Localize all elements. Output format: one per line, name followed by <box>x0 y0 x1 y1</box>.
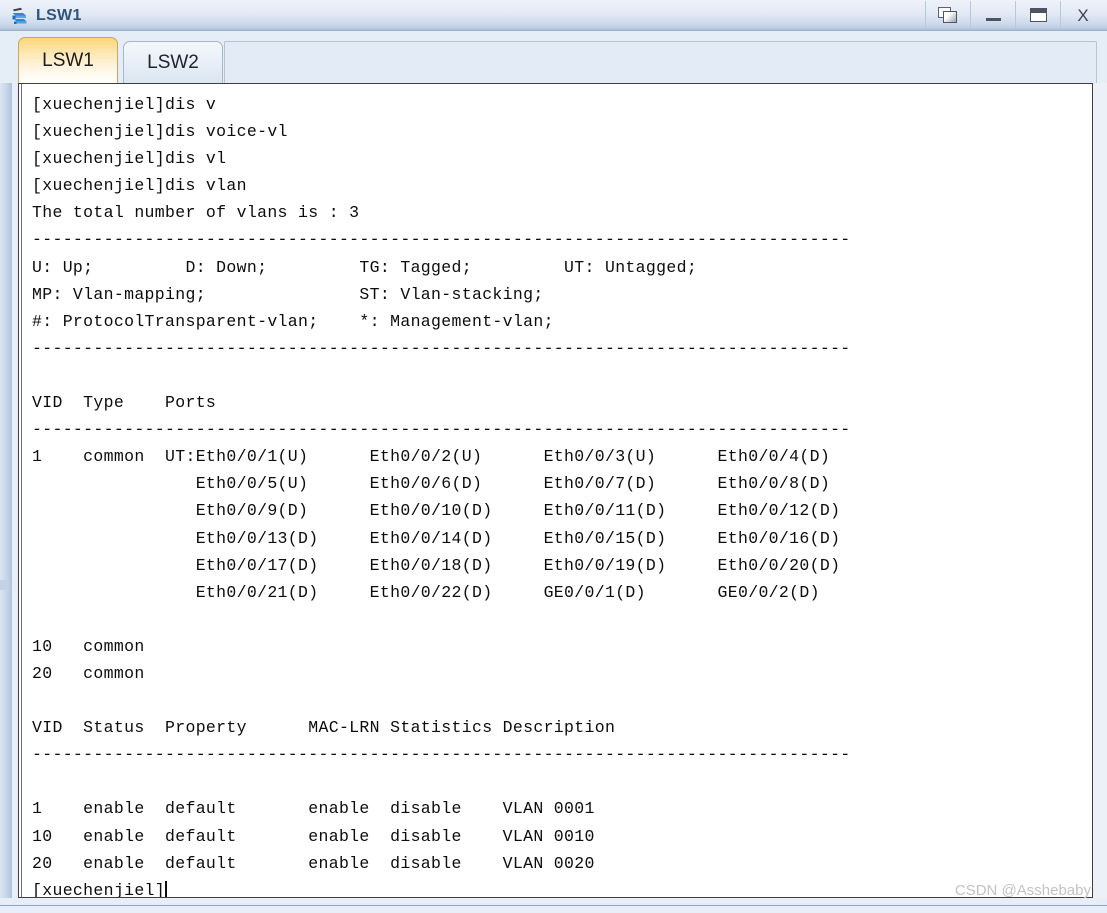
terminal-prompt-line[interactable]: [xuechenjiel] <box>32 877 1090 898</box>
terminal-line: #: ProtocolTransparent-vlan; *: Manageme… <box>32 311 554 331</box>
terminal-line: 1 enable default enable disable VLAN 000… <box>32 799 595 819</box>
window-right-gutter <box>1093 83 1107 898</box>
tabstrip-filler <box>224 41 1097 83</box>
window-left-rail <box>0 83 12 898</box>
tab-lsw2[interactable]: LSW2 <box>123 41 223 83</box>
restore-icon <box>938 6 958 24</box>
terminal-prompt-text: [xuechenjiel] <box>32 880 166 898</box>
terminal-line: Eth0/0/5(U) Eth0/0/6(D) Eth0/0/7(D) Eth0… <box>32 474 831 494</box>
terminal-line: Eth0/0/21(D) Eth0/0/22(D) GE0/0/1(D) GE0… <box>32 582 820 602</box>
terminal-line: [xuechenjiel]dis vlan <box>32 176 247 196</box>
terminal-line: ----------------------------------------… <box>32 745 851 765</box>
terminal-line: [xuechenjiel]dis vl <box>32 149 227 169</box>
terminal-line: 10 common <box>32 636 145 656</box>
terminal-line: [xuechenjiel]dis v <box>32 95 217 114</box>
terminal-line: Eth0/0/9(D) Eth0/0/10(D) Eth0/0/11(D) Et… <box>32 501 841 521</box>
close-icon: X <box>1077 5 1089 25</box>
tab-lsw1[interactable]: LSW1 <box>18 37 118 83</box>
window-bottom-strip <box>0 905 1107 913</box>
terminal-line: VID Type Ports <box>32 393 217 413</box>
text-cursor <box>165 880 168 897</box>
window-title: LSW1 <box>36 6 82 24</box>
switch-icon <box>10 6 30 26</box>
terminal-line: VID Status Property MAC-LRN Statistics D… <box>32 718 616 738</box>
device-tabstrip: LSW1 LSW2 <box>0 31 1107 83</box>
terminal-line: ----------------------------------------… <box>32 420 851 440</box>
terminal-line: U: Up; D: Down; TG: Tagged; UT: Untagged… <box>32 257 698 277</box>
terminal-output[interactable]: [xuechenjiel]dis v [xuechenjiel]dis voice… <box>32 91 1090 897</box>
terminal-line: 1 common UT:Eth0/0/1(U) Eth0/0/2(U) Eth0… <box>32 447 831 467</box>
terminal-line: MP: Vlan-mapping; ST: Vlan-stacking; <box>32 284 544 304</box>
terminal-panel[interactable]: [xuechenjiel]dis v [xuechenjiel]dis voice… <box>18 83 1093 898</box>
tab-lsw2-label: LSW2 <box>147 51 199 73</box>
tabstrip-inner: LSW1 LSW2 <box>18 37 1097 83</box>
maximize-icon <box>1029 8 1047 22</box>
terminal-line: [xuechenjiel]dis voice-vl <box>32 122 288 142</box>
terminal-line: ----------------------------------------… <box>32 230 851 250</box>
tab-lsw1-label: LSW1 <box>42 49 94 71</box>
terminal-line: ----------------------------------------… <box>32 338 851 358</box>
terminal-line: The total number of vlans is : 3 <box>32 203 360 223</box>
restore-window-button[interactable] <box>925 1 970 29</box>
terminal-line: 10 enable default enable disable VLAN 00… <box>32 826 595 846</box>
minimize-window-button[interactable] <box>970 1 1015 29</box>
window-titlebar[interactable]: LSW1 X <box>0 0 1107 31</box>
watermark: CSDN @Asshebaby <box>954 882 1091 899</box>
cli-window: LSW1 X LSW1 LSW2 [xuechenjiel]dis v [xue… <box>0 0 1107 913</box>
maximize-window-button[interactable] <box>1015 1 1060 29</box>
minimize-icon <box>985 17 1001 21</box>
close-window-button[interactable]: X <box>1060 1 1105 29</box>
terminal-line: 20 enable default enable disable VLAN 00… <box>32 853 595 873</box>
terminal-line: Eth0/0/17(D) Eth0/0/18(D) Eth0/0/19(D) E… <box>32 555 841 575</box>
window-controls: X <box>925 0 1105 30</box>
titlebar-left-group: LSW1 <box>10 0 82 31</box>
terminal-line: 20 common <box>32 663 145 683</box>
left-rail-mark <box>0 580 9 590</box>
terminal-line: Eth0/0/13(D) Eth0/0/14(D) Eth0/0/15(D) E… <box>32 528 841 548</box>
